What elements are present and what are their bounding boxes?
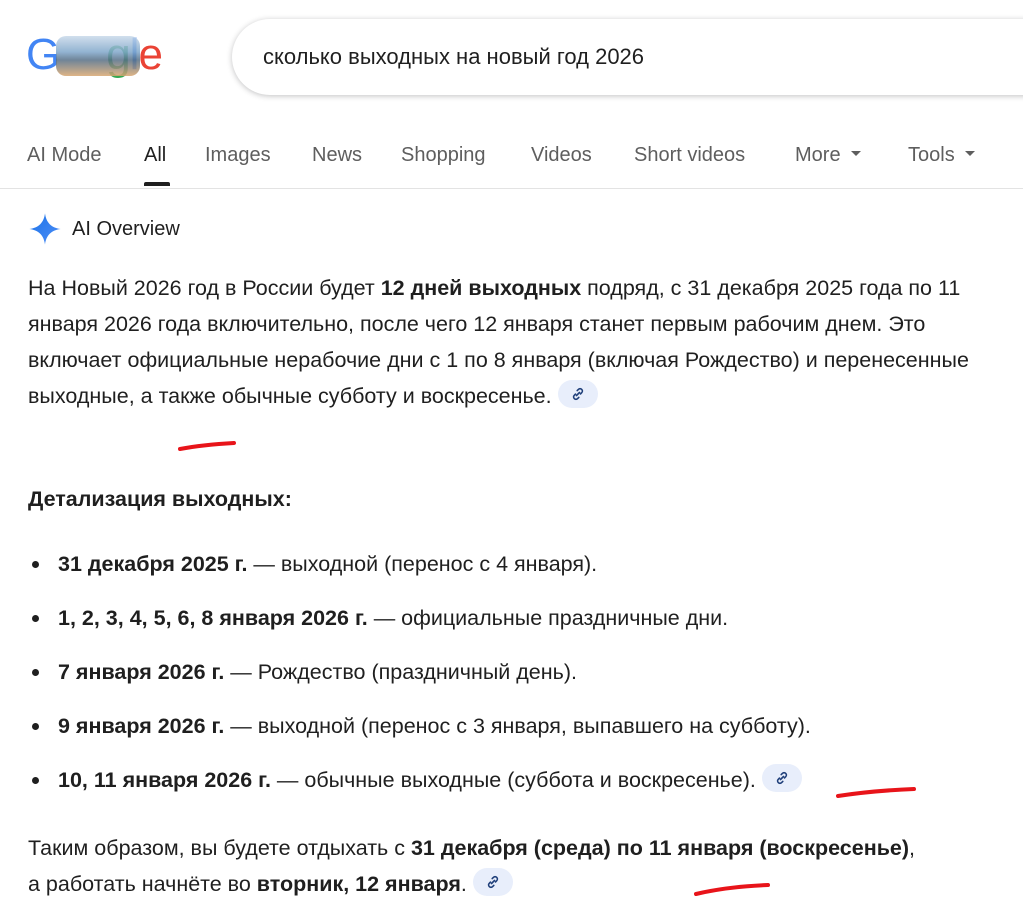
link-icon [572, 388, 583, 401]
summary-bold-1: 31 декабря (среда) по 11 января (воскрес… [410, 836, 910, 860]
red-underline-annotation [694, 883, 770, 896]
ai-overview-content: На Новый 2026 год в России будет 12 дней… [28, 270, 988, 897]
chevron-down-icon [850, 151, 861, 157]
link-icon [487, 876, 498, 889]
list-item-date: 7 января 2026 г. [58, 660, 225, 684]
list-item-date: 31 декабря 2025 г. [58, 552, 248, 576]
list-item: 1, 2, 3, 4, 5, 6, 8 января 2026 г. — офи… [28, 600, 811, 654]
tab-news[interactable]: News [312, 144, 362, 167]
tab-more[interactable]: More [795, 144, 861, 167]
list-item-date: 10, 11 января 2026 г. [58, 768, 271, 792]
citation-link-button[interactable] [761, 764, 802, 793]
list-item-text: — Рождество (праздничный день). [224, 660, 577, 684]
list-item-text: — официальные праздничные дни. [367, 606, 729, 630]
red-underline-annotation [836, 787, 916, 798]
summary-paragraph: Таким образом, вы будете отдыхать с 31 д… [28, 830, 928, 902]
tab-tools-label: Tools [908, 144, 955, 166]
list-item-text: — обычные выходные (суббота и воскресень… [270, 768, 756, 792]
citation-link-button[interactable] [472, 868, 513, 897]
list-item: 7 января 2026 г. — Рождество (праздничны… [28, 654, 811, 708]
tab-all[interactable]: All [144, 144, 166, 167]
intro-bold: 12 дней выходных [380, 276, 582, 300]
ai-overview-label: AI Overview [72, 217, 180, 240]
search-tabs: AI Mode All Images News Shopping Videos … [0, 130, 1023, 189]
chevron-down-icon [964, 151, 975, 157]
list-item-date: 9 января 2026 г. [58, 714, 225, 738]
summary-bold-2: вторник, 12 января [256, 872, 461, 896]
list-item: 31 декабря 2025 г. — выходной (перенос с… [28, 546, 811, 600]
list-item-text: — выходной (перенос с 3 января, выпавшег… [224, 714, 811, 738]
details-title: Детализация выходных: [28, 487, 292, 511]
tab-videos[interactable]: Videos [531, 144, 592, 167]
sparkle-icon [29, 213, 61, 245]
summary-text-3: . [460, 872, 467, 896]
ai-overview-header: AI Overview [28, 212, 180, 246]
tab-shopping[interactable]: Shopping [401, 144, 486, 167]
search-box[interactable]: сколько выходных на новый год 2026 [232, 19, 1023, 95]
doodle-image [56, 36, 140, 76]
list-item: 9 января 2026 г. — выходной (перенос с 3… [28, 708, 811, 762]
google-logo[interactable]: Google [26, 28, 166, 82]
link-icon [776, 772, 787, 785]
citation-link-button[interactable] [557, 380, 598, 409]
summary-text-1: Таким образом, вы будете отдыхать с [28, 836, 411, 860]
tab-short-videos[interactable]: Short videos [634, 144, 745, 167]
tab-more-label: More [795, 144, 841, 166]
red-underline-annotation [178, 441, 236, 451]
list-item: 10, 11 января 2026 г. — обычные выходные… [28, 762, 811, 816]
active-tab-indicator [144, 182, 170, 186]
tab-tools[interactable]: Tools [908, 144, 975, 167]
intro-paragraph: На Новый 2026 год в России будет 12 дней… [28, 270, 988, 414]
holiday-list: 31 декабря 2025 г. — выходной (перенос с… [28, 546, 811, 816]
list-item-text: — выходной (перенос с 4 января). [247, 552, 598, 576]
tab-ai-mode[interactable]: AI Mode [27, 144, 101, 167]
intro-text-1: На Новый 2026 год в России будет [28, 276, 381, 300]
tab-images[interactable]: Images [205, 144, 271, 167]
list-item-date: 1, 2, 3, 4, 5, 6, 8 января 2026 г. [58, 606, 368, 630]
search-input[interactable]: сколько выходных на новый год 2026 [263, 19, 644, 95]
